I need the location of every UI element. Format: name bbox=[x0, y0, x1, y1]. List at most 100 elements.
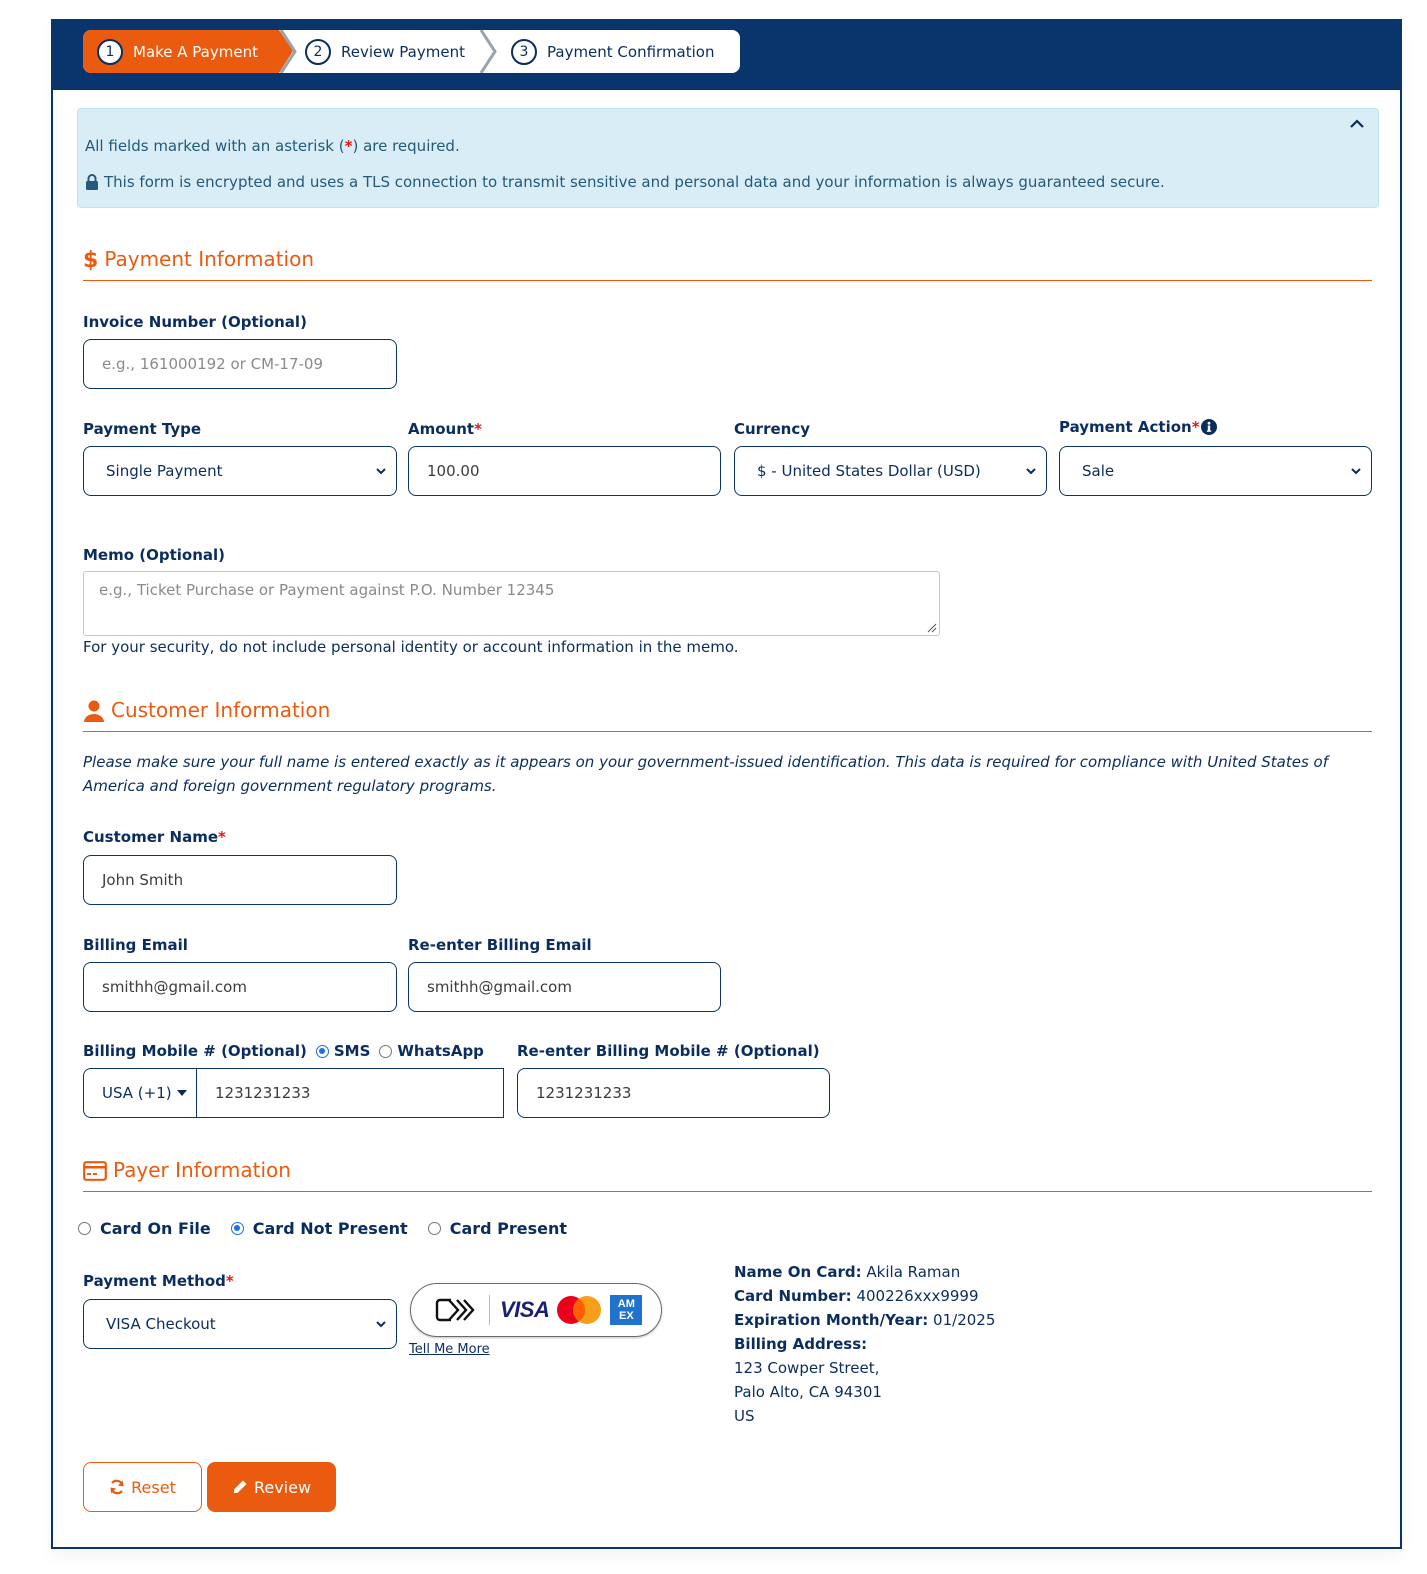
card-on-file-radio[interactable] bbox=[78, 1222, 91, 1235]
progress-stepper: 1 Make A Payment 2 Review Payment 3 Paym… bbox=[83, 30, 740, 73]
name-compliance-note: Please make sure your full name is enter… bbox=[83, 753, 1329, 795]
field-label: Card Number: bbox=[734, 1287, 852, 1305]
input-value: smithh@gmail.com bbox=[427, 978, 572, 996]
chevron-down-icon bbox=[376, 1321, 386, 1328]
visa-logo: VISA bbox=[500, 1297, 550, 1322]
user-icon bbox=[83, 698, 105, 724]
amount-label: Amount* bbox=[408, 420, 482, 438]
security-notice: All fields marked with an asterisk (*) a… bbox=[77, 108, 1379, 208]
section-title-text: Customer Information bbox=[111, 698, 331, 722]
label-text: Amount bbox=[408, 420, 475, 438]
card-not-present-option[interactable]: Card Not Present bbox=[230, 1219, 408, 1238]
label-text: Billing Mobile # (Optional) bbox=[83, 1042, 307, 1060]
payment-info-heading: $ Payment Information bbox=[83, 247, 1372, 281]
pencil-icon bbox=[233, 1480, 247, 1493]
billing-mobile-input[interactable]: 1231231233 bbox=[197, 1069, 310, 1117]
header-bar: 1 Make A Payment 2 Review Payment 3 Paym… bbox=[53, 21, 1400, 90]
card-details: Name On Card: Akila Raman Card Number: 4… bbox=[734, 1260, 995, 1428]
selected-value: Sale bbox=[1082, 462, 1115, 480]
card-on-file-option[interactable]: Card On File bbox=[78, 1219, 211, 1238]
currency-label: Currency bbox=[734, 420, 811, 438]
memo-placeholder: e.g., Ticket Purchase or Payment against… bbox=[99, 581, 555, 599]
input-value: 1231231233 bbox=[215, 1084, 311, 1102]
chevron-up-icon[interactable] bbox=[1348, 115, 1366, 133]
step-number: 2 bbox=[305, 38, 331, 65]
field-value: Akila Raman bbox=[866, 1263, 961, 1281]
required-fields-note: All fields marked with an asterisk (*) a… bbox=[85, 137, 460, 155]
amex-text: AM bbox=[617, 1298, 635, 1310]
reenter-mobile-input[interactable]: 1231231233 bbox=[517, 1068, 830, 1118]
reset-button[interactable]: Reset bbox=[83, 1462, 202, 1512]
step-label: Review Payment bbox=[341, 42, 465, 61]
invoice-placeholder: e.g., 161000192 or CM-17-09 bbox=[102, 355, 324, 373]
whatsapp-radio[interactable] bbox=[379, 1044, 393, 1058]
billing-mobile-label: Billing Mobile # (Optional) SMS WhatsApp bbox=[83, 1042, 484, 1060]
card-present-option[interactable]: Card Present bbox=[427, 1219, 568, 1238]
billing-address-label: Billing Address: bbox=[734, 1332, 995, 1356]
step-number: 3 bbox=[511, 38, 537, 65]
label-text: Customer Name bbox=[83, 828, 218, 846]
radio-label: Card On File bbox=[100, 1219, 211, 1238]
invoice-number-input[interactable]: e.g., 161000192 or CM-17-09 bbox=[83, 339, 397, 389]
memo-label: Memo (Optional) bbox=[83, 546, 226, 564]
billing-email-input[interactable]: smithh@gmail.com bbox=[83, 962, 397, 1012]
resize-handle-icon[interactable] bbox=[927, 623, 937, 633]
section-title-text: Payment Information bbox=[104, 247, 314, 271]
chevron-down-icon bbox=[376, 468, 386, 475]
sms-radio[interactable] bbox=[315, 1044, 329, 1058]
required-asterisk: * bbox=[225, 1272, 234, 1290]
billing-email-label: Billing Email bbox=[83, 936, 188, 954]
customer-info-heading: Customer Information bbox=[83, 698, 1372, 732]
divider bbox=[489, 1295, 490, 1325]
step-label: Payment Confirmation bbox=[547, 42, 715, 61]
field-label: Expiration Month/Year: bbox=[734, 1311, 929, 1329]
click-to-pay-icon bbox=[435, 1298, 475, 1322]
review-button[interactable]: Review bbox=[207, 1462, 336, 1512]
payment-method-select[interactable]: VISA Checkout bbox=[83, 1299, 397, 1349]
billing-mobile-field: USA (+1) 1231231233 bbox=[83, 1068, 504, 1118]
step-number: 1 bbox=[97, 38, 123, 65]
address-line: 123 Cowper Street, bbox=[734, 1359, 880, 1377]
radio-label: WhatsApp bbox=[397, 1042, 484, 1060]
click-to-pay-button[interactable]: VISA AM EX bbox=[410, 1283, 662, 1337]
input-value: 1231231233 bbox=[536, 1084, 632, 1102]
amex-logo: AM EX bbox=[610, 1295, 643, 1325]
customer-name-input[interactable]: John Smith bbox=[83, 855, 397, 905]
button-label: Reset bbox=[131, 1477, 176, 1497]
reenter-email-input[interactable]: smithh@gmail.com bbox=[408, 962, 721, 1012]
encryption-text: This form is encrypted and uses a TLS co… bbox=[104, 173, 1165, 191]
payment-method-label: Payment Method* bbox=[83, 1272, 234, 1290]
whatsapp-option[interactable]: WhatsApp bbox=[379, 1042, 484, 1060]
sms-option[interactable]: SMS bbox=[315, 1042, 370, 1060]
card-mode-radio-group: Card On File Card Not Present Card Prese… bbox=[78, 1219, 567, 1238]
country-code-value: USA (+1) bbox=[102, 1084, 172, 1102]
card-present-radio[interactable] bbox=[427, 1222, 441, 1235]
step-separator-icon bbox=[279, 30, 297, 73]
input-value: 100.00 bbox=[427, 462, 480, 480]
customer-name-label: Customer Name* bbox=[83, 828, 226, 846]
amex-text: EX bbox=[619, 1310, 634, 1322]
step-make-payment: 1 Make A Payment bbox=[83, 30, 293, 73]
credit-card-icon bbox=[83, 1158, 107, 1184]
payment-form-panel: 1 Make A Payment 2 Review Payment 3 Paym… bbox=[51, 19, 1402, 1549]
payment-type-select[interactable]: Single Payment bbox=[83, 446, 397, 496]
note-text: ) are required. bbox=[352, 137, 460, 155]
memo-help-text: For your security, do not include person… bbox=[83, 638, 739, 656]
reenter-mobile-label: Re-enter Billing Mobile # (Optional) bbox=[517, 1042, 820, 1060]
dollar-icon: $ bbox=[83, 247, 99, 273]
memo-textarea[interactable]: e.g., Ticket Purchase or Payment against… bbox=[83, 571, 940, 636]
step-separator-icon bbox=[479, 30, 497, 73]
required-asterisk: * bbox=[218, 828, 226, 846]
field-value: 400226xxx9999 bbox=[856, 1287, 979, 1305]
card-not-present-radio[interactable] bbox=[230, 1222, 244, 1235]
input-value: John Smith bbox=[102, 871, 184, 889]
mastercard-logo-icon bbox=[557, 1296, 602, 1324]
radio-label: Card Present bbox=[449, 1219, 568, 1238]
amount-input[interactable]: 100.00 bbox=[408, 446, 721, 496]
tell-me-more-link[interactable]: Tell Me More bbox=[409, 1342, 490, 1357]
currency-select[interactable]: $ - United States Dollar (USD) bbox=[734, 446, 1047, 496]
payment-action-select[interactable]: Sale bbox=[1059, 446, 1372, 496]
info-circle-icon[interactable] bbox=[1200, 419, 1217, 435]
required-asterisk: * bbox=[474, 420, 482, 438]
country-code-dropdown[interactable]: USA (+1) bbox=[84, 1069, 197, 1117]
